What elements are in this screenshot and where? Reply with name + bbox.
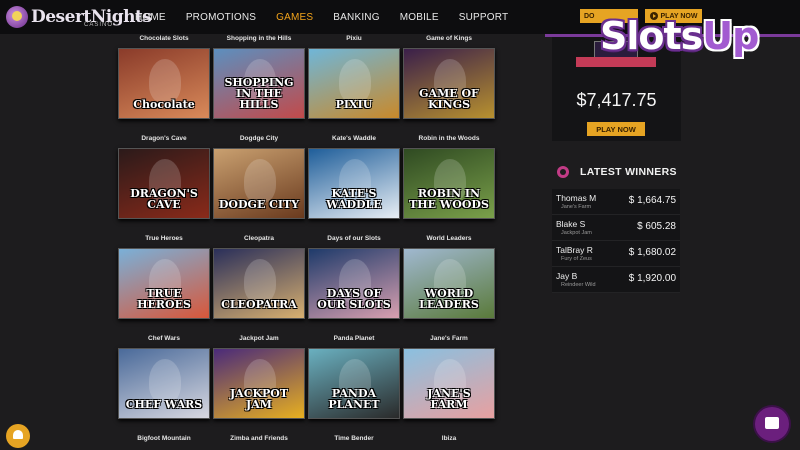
game-title: Zimba and Friends — [230, 435, 288, 442]
game-title: Jackpot Jam — [239, 335, 279, 342]
main-nav: HOME PROMOTIONS GAMES BANKING MOBILE SUPPORT — [135, 0, 528, 34]
game-thumbnail[interactable]: DAYS OF OUR SLOTS — [308, 248, 400, 319]
logo-subtext: CASINO — [84, 22, 114, 28]
game-title: True Heroes — [145, 235, 183, 242]
game-thumbnail[interactable]: Chocolate — [118, 48, 210, 119]
game-title: Bigfoot Mountain — [137, 435, 191, 442]
game-logo-text: CHEF WARS — [125, 398, 203, 411]
nav-item-games[interactable]: GAMES — [276, 12, 313, 23]
game-thumbnail[interactable]: SHOPPING IN THE HILLS — [213, 48, 305, 119]
game-title: Ibiza — [441, 435, 457, 442]
winner-name: Thomas M — [556, 193, 597, 203]
jackpot-amount: $7,417.75 — [576, 90, 657, 110]
nav-item-mobile[interactable]: MOBILE — [400, 12, 439, 23]
game-title: Shopping in the Hills — [226, 35, 292, 42]
nav-item-support[interactable]: SUPPORT — [459, 12, 509, 23]
game-logo-text: DRAGON'S CAVE — [130, 187, 198, 211]
game-title: Days of our Slots — [327, 235, 381, 242]
game-thumbnail[interactable]: WORLD LEADERS — [403, 248, 495, 319]
winner-game: Jackpot Jam — [561, 230, 592, 236]
game-thumbnail[interactable]: DRAGON'S CAVE — [118, 148, 210, 219]
game-title: Panda Planet — [333, 335, 375, 342]
game-title: Time Bender — [334, 435, 374, 442]
game-thumbnail[interactable]: KATE'S WADDLE — [308, 148, 400, 219]
winner-game: Fury of Zeus — [561, 256, 592, 262]
winner-row: Blake S Jackpot Jam $ 605.28 — [552, 215, 680, 241]
game-logo-text: PIXIU — [335, 98, 373, 111]
game-logo-text: JANE'S FARM — [427, 387, 471, 411]
game-logo-text: ROBIN IN THE WOODS — [409, 187, 489, 211]
game-title: Pixiu — [346, 35, 362, 42]
latest-winners-list: Thomas M Jane's Farm $ 1,664.75 Blake S Jack… — [552, 189, 680, 293]
game-thumbnail[interactable]: JANE'S FARM — [403, 348, 495, 419]
game-logo-text: CLEOPATRA — [221, 298, 297, 311]
game-title: Cleopatra — [244, 235, 274, 242]
game-title: Chocolate Slots — [139, 35, 189, 42]
winner-name: TalBray R — [556, 245, 593, 255]
winners-icon — [554, 163, 572, 181]
game-thumbnail[interactable]: JACKPOT JAM — [213, 348, 305, 419]
winner-name: Blake S — [556, 219, 586, 229]
game-thumbnail[interactable]: ROBIN IN THE WOODS — [403, 148, 495, 219]
winner-name: Jay B — [556, 271, 578, 281]
game-title: Game of Kings — [426, 35, 472, 42]
winner-amount: $ 1,920.00 — [628, 273, 676, 284]
jackpot-play-now-button[interactable]: PLAY NOW — [587, 122, 645, 136]
winner-amount: $ 1,680.02 — [628, 247, 676, 258]
winner-row: TalBray R Fury of Zeus $ 1,680.02 — [552, 241, 680, 267]
bell-icon[interactable] — [6, 424, 30, 448]
game-logo-text: SHOPPING IN THE HILLS — [224, 76, 294, 111]
game-title: Chef Wars — [148, 335, 180, 342]
game-logo-text: GAME OF KINGS — [419, 87, 479, 111]
game-logo-text: TRUE HEROES — [137, 287, 191, 311]
game-title: Dogdge City — [239, 135, 279, 142]
game-logo-text: WORLD LEADERS — [419, 287, 479, 311]
game-title: Dragon's Cave — [141, 135, 187, 142]
game-thumbnail[interactable]: CLEOPATRA — [213, 248, 305, 319]
latest-winners-header: LATEST WINNERS — [552, 160, 682, 184]
chat-icon[interactable] — [755, 407, 789, 441]
moon-logo-icon — [6, 6, 28, 28]
game-title: Kate's Waddle — [332, 135, 376, 142]
desert-nights-logo[interactable]: DesertNights — [6, 4, 152, 30]
game-thumbnail[interactable]: GAME OF KINGS — [403, 48, 495, 119]
download-label: DO — [584, 12, 595, 20]
game-logo-text: KATE'S WADDLE — [326, 187, 382, 211]
game-thumbnail[interactable]: TRUE HEROES — [118, 248, 210, 319]
brand-part-slots: Slots — [600, 14, 703, 58]
game-thumbnail[interactable]: PIXIU — [308, 48, 400, 119]
winner-game: Reindeer Wild — [561, 282, 596, 288]
game-title: Robin in the Woods — [418, 135, 480, 142]
nav-item-promotions[interactable]: PROMOTIONS — [186, 12, 256, 23]
winner-row: Thomas M Jane's Farm $ 1,664.75 — [552, 189, 680, 215]
game-thumbnail[interactable]: PANDA PLANET — [308, 348, 400, 419]
game-title: Jane's Farm — [430, 335, 468, 342]
game-logo-text: JACKPOT JAM — [229, 387, 289, 411]
nav-item-banking[interactable]: BANKING — [333, 12, 379, 23]
slotsup-watermark: SlotsUp — [600, 8, 790, 64]
brand-part-up: Up — [702, 14, 759, 58]
game-logo-text: DAYS OF OUR SLOTS — [317, 287, 391, 311]
winner-game: Jane's Farm — [561, 204, 592, 210]
game-logo-text: Chocolate — [133, 98, 195, 111]
latest-winners-title: LATEST WINNERS — [580, 166, 677, 178]
game-logo-text: PANDA PLANET — [328, 387, 380, 411]
game-thumbnail[interactable]: CHEF WARS — [118, 348, 210, 419]
page: DesertNights CASINO HOME PROMOTIONS GAMES B… — [0, 0, 800, 450]
game-thumbnail[interactable]: DODGE CITY — [213, 148, 305, 219]
game-logo-text: DODGE CITY — [218, 198, 300, 211]
nav-item-home[interactable]: HOME — [135, 12, 166, 23]
game-title: World Leaders — [426, 235, 472, 242]
winner-row: Jay B Reindeer Wild $ 1,920.00 — [552, 267, 680, 293]
winner-amount: $ 1,664.75 — [628, 195, 676, 206]
winner-amount: $ 605.28 — [637, 221, 676, 232]
